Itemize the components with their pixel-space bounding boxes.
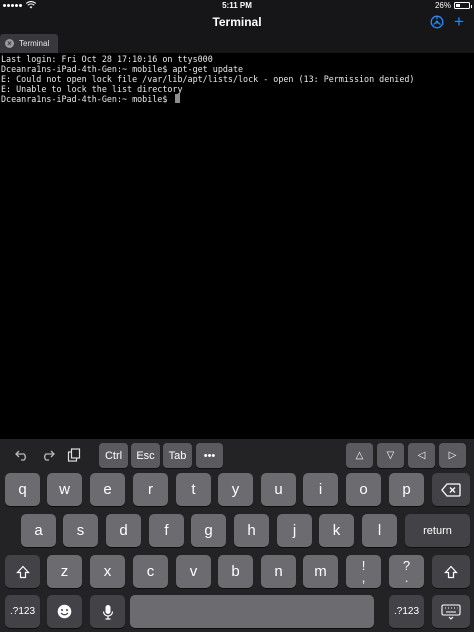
backspace-icon [441,482,461,497]
settings-button[interactable] [429,14,445,30]
terminal-prompt: Dceanra1ns-iPad-4th-Gen:~ mobile$ [1,94,173,104]
key-j[interactable]: j [277,514,312,547]
key-i[interactable]: i [303,473,338,506]
key-x[interactable]: x [90,555,125,588]
more-keys-button[interactable]: ••• [196,443,223,468]
tab-label: Terminal [19,39,50,48]
arrow-right-key[interactable]: ▷ [439,443,466,468]
paste-icon[interactable] [64,447,84,463]
key-d[interactable]: d [106,514,141,547]
terminal-line: Dceanra1ns-iPad-4th-Gen:~ mobile$ apt-ge… [1,64,244,74]
terminal-output[interactable]: Last login: Fri Oct 28 17:10:16 on ttys0… [0,53,474,439]
arrow-down-key[interactable]: ▽ [377,443,404,468]
status-time: 5:11 PM [222,1,252,10]
software-keyboard: Ctrl Esc Tab ••• △ ▽ ◁ ▷ q w e r t y u i… [0,439,474,632]
terminal-line: E: Could not open lock file /var/lib/apt… [1,74,415,84]
dismiss-keyboard-key[interactable] [432,595,470,628]
battery-fill [456,4,460,7]
status-bar: 5:11 PM 26% [0,0,474,12]
key-g[interactable]: g [191,514,226,547]
battery-percent: 26% [434,1,451,10]
page-title: Terminal [212,15,262,29]
emoji-key[interactable] [47,595,82,628]
key-q[interactable]: q [5,473,40,506]
key-u[interactable]: u [261,473,296,506]
microphone-icon [102,604,113,620]
terminal-cursor [175,94,181,103]
key-exclamation-comma[interactable]: ! , [346,555,381,588]
keyboard-dismiss-icon [441,603,461,620]
key-z[interactable]: z [47,555,82,588]
redo-icon[interactable] [38,447,58,463]
key-y[interactable]: y [218,473,253,506]
add-tab-icon[interactable]: + [451,13,467,30]
key-k[interactable]: k [319,514,354,547]
key-question-period[interactable]: ? . [389,555,424,588]
key-n[interactable]: n [261,555,296,588]
settings-gear-icon [430,15,444,29]
key-e[interactable]: e [90,473,125,506]
terminal-prompt-line: Dceanra1ns-iPad-4th-Gen:~ mobile$ [1,94,473,104]
emoji-icon [57,604,72,619]
key-r[interactable]: r [133,473,168,506]
backspace-key[interactable] [432,473,470,506]
key-c[interactable]: c [133,555,168,588]
numbers-key-left[interactable]: .?123 [5,595,40,628]
terminal-line: E: Unable to lock the list directory [1,84,183,94]
terminal-line: Last login: Fri Oct 28 17:10:16 on ttys0… [1,54,213,64]
key-p[interactable]: p [389,473,424,506]
tab-key[interactable]: Tab [163,443,192,468]
key-m[interactable]: m [303,555,338,588]
return-key[interactable]: return [405,514,470,547]
key-a[interactable]: a [21,514,56,547]
key-o[interactable]: o [346,473,381,506]
dictation-key[interactable] [90,595,125,628]
key-h[interactable]: h [234,514,269,547]
key-l[interactable]: l [362,514,397,547]
status-right: 26% [434,1,472,10]
arrow-left-key[interactable]: ◁ [408,443,435,468]
key-v[interactable]: v [176,555,211,588]
arrow-up-key[interactable]: △ [346,443,373,468]
key-bottom-char: . [404,569,409,585]
shift-icon [15,565,30,578]
key-b[interactable]: b [218,555,253,588]
undo-icon[interactable] [12,447,32,463]
key-t[interactable]: t [176,473,211,506]
nav-bar: Terminal + [0,12,474,32]
key-w[interactable]: w [47,473,82,506]
key-s[interactable]: s [63,514,98,547]
tab-terminal[interactable]: × Terminal [0,34,58,53]
key-f[interactable]: f [149,514,184,547]
key-bottom-char: , [361,569,366,585]
space-bar[interactable] [130,595,374,628]
close-tab-icon[interactable]: × [5,39,14,48]
keyboard-assistant-bar: Ctrl Esc Tab ••• △ ▽ ◁ ▷ [0,439,474,472]
battery-icon [454,2,472,9]
shift-right-key[interactable] [432,555,470,588]
ctrl-key[interactable]: Ctrl [99,443,128,468]
shift-left-key[interactable] [5,555,40,588]
esc-key[interactable]: Esc [131,443,160,468]
numbers-key-right[interactable]: .?123 [389,595,424,628]
shift-icon [444,565,458,578]
tab-strip: × Terminal [0,32,474,53]
